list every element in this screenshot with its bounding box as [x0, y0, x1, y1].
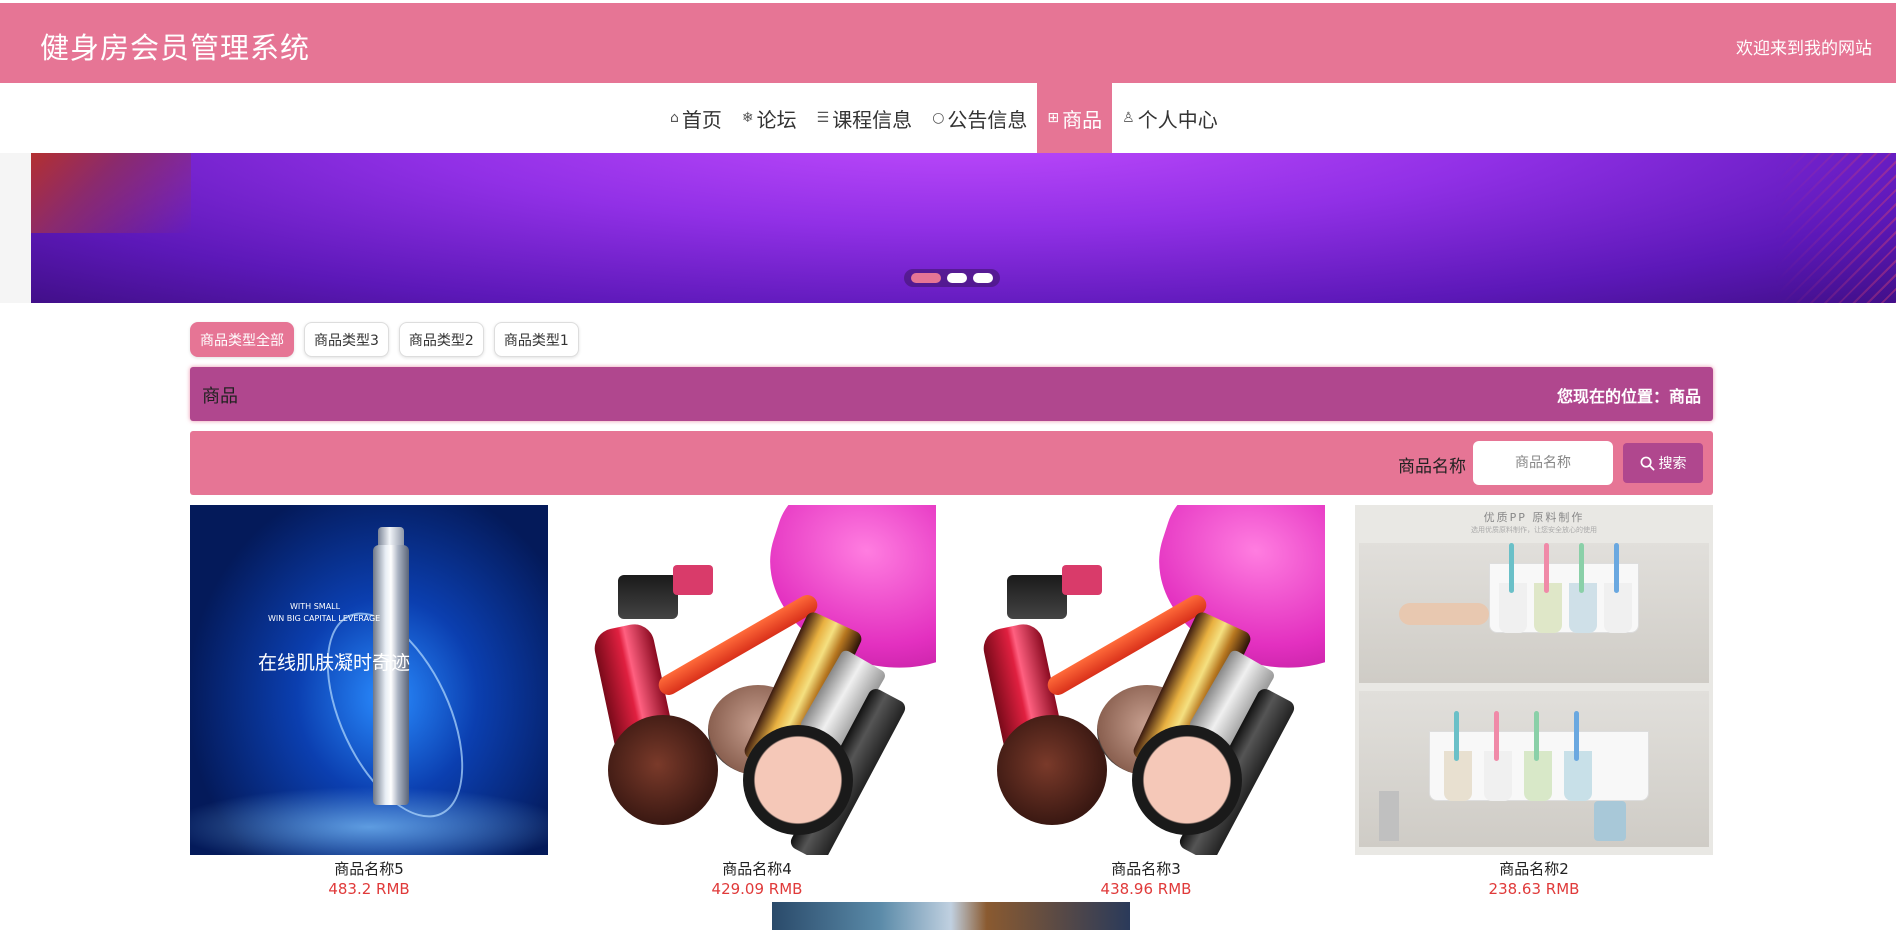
nav-item-label: 商品 [1062, 107, 1103, 132]
product-price: 483.2 RMB [328, 880, 410, 898]
product-name[interactable]: 商品名称5 [190, 858, 548, 880]
nav-item-label: 首页 [681, 107, 722, 132]
carousel-dot-3[interactable] [973, 273, 993, 283]
nav-item-profile[interactable]: ♙ 个人中心 [1112, 83, 1228, 153]
search-button-label: 搜索 [1658, 456, 1687, 472]
nav-item-label: 公告信息 [947, 107, 1028, 132]
nav-item-courses[interactable]: ☰ 课程信息 [807, 83, 923, 153]
nav-item-label: 课程信息 [832, 107, 913, 132]
welcome-text: 欢迎来到我的网站 [1736, 39, 1872, 59]
product-price: 429.09 RMB [711, 880, 803, 898]
top-header: 健身房会员管理系统 欢迎来到我的网站 [0, 3, 1896, 83]
search-bar: 商品名称 搜索 [190, 431, 1713, 495]
user-icon: ♙ [1122, 110, 1135, 126]
product-image[interactable] [772, 902, 1130, 930]
nav-item-home[interactable]: ⌂ 首页 [660, 83, 732, 153]
product-price: 438.96 RMB [1100, 880, 1192, 898]
nav-item-forum[interactable]: ❄ 论坛 [732, 83, 807, 153]
product-image[interactable]: 优质PP 原料制作 选用优质原料制作，让您安全放心的使用 [1355, 505, 1713, 855]
product-name[interactable]: 商品名称3 [967, 858, 1325, 880]
carousel-dot-1[interactable] [911, 273, 941, 283]
search-icon [1640, 456, 1654, 470]
product-card[interactable]: WITH SMALL WIN BIG CAPITAL LEVERAGE 在线肌肤… [190, 505, 548, 898]
nav-item-label: 个人中心 [1137, 107, 1218, 132]
category-type2-button[interactable]: 商品类型2 [398, 322, 484, 357]
product-name-search-input[interactable] [1473, 441, 1613, 485]
product-image-text: 优质PP 原料制作 [1483, 511, 1585, 524]
breadcrumb-current: 商品 [1668, 387, 1701, 406]
category-type1-button[interactable]: 商品类型1 [493, 322, 579, 357]
category-filter: 商品类型全部 商品类型3 商品类型2 商品类型1 [190, 322, 579, 357]
carousel-dot-2[interactable] [947, 273, 967, 283]
breadcrumb-prefix: 您现在的位置： [1556, 387, 1669, 406]
breadcrumb: 您现在的位置：商品 [1557, 383, 1701, 407]
product-image-text: 在线肌肤凝时奇迹 [258, 652, 411, 674]
nav-item-label: 论坛 [756, 107, 797, 132]
banner-decoration [1776, 153, 1896, 303]
snowflake-icon: ❄ [741, 110, 754, 126]
product-image-text: WITH SMALL [290, 602, 341, 611]
nav-item-notices[interactable]: ○ 公告信息 [922, 83, 1037, 153]
carousel-indicators [904, 269, 1000, 287]
search-button[interactable]: 搜索 [1623, 443, 1703, 483]
section-header: 商品 您现在的位置：商品 [190, 367, 1713, 421]
product-name[interactable]: 商品名称4 [578, 858, 936, 880]
nav-item-products[interactable]: ⊞ 商品 [1037, 83, 1113, 153]
product-price: 238.63 RMB [1488, 880, 1580, 898]
product-name[interactable]: 商品名称2 [1355, 858, 1713, 880]
product-image[interactable] [967, 505, 1325, 855]
site-title: 健身房会员管理系统 [40, 31, 311, 65]
banner-decoration [31, 153, 191, 233]
gift-icon: ⊞ [1047, 110, 1060, 126]
product-image-text: 选用优质原料制作，让您安全放心的使用 [1471, 526, 1597, 534]
category-all-button[interactable]: 商品类型全部 [190, 322, 294, 357]
product-card[interactable]: 商品名称3 438.96 RMB [967, 505, 1325, 898]
search-label: 商品名称 [1398, 457, 1466, 477]
notice-icon: ○ [932, 110, 945, 126]
section-title: 商品 [202, 386, 238, 407]
main-nav: ⌂ 首页 ❄ 论坛 ☰ 课程信息 ○ 公告信息 ⊞ 商品 ♙ 个人中心 [0, 83, 1896, 153]
category-type3-button[interactable]: 商品类型3 [304, 322, 389, 357]
product-image-text: WIN BIG CAPITAL LEVERAGE [268, 614, 381, 623]
home-icon: ⌂ [670, 110, 679, 126]
product-image[interactable]: WITH SMALL WIN BIG CAPITAL LEVERAGE 在线肌肤… [190, 505, 548, 855]
product-card[interactable]: 优质PP 原料制作 选用优质原料制作，让您安全放心的使用 商品名称2 238.6… [1355, 505, 1713, 898]
product-image[interactable] [578, 505, 936, 855]
product-card[interactable]: 商品名称4 429.09 RMB [578, 505, 936, 898]
layers-icon: ☰ [816, 110, 830, 126]
